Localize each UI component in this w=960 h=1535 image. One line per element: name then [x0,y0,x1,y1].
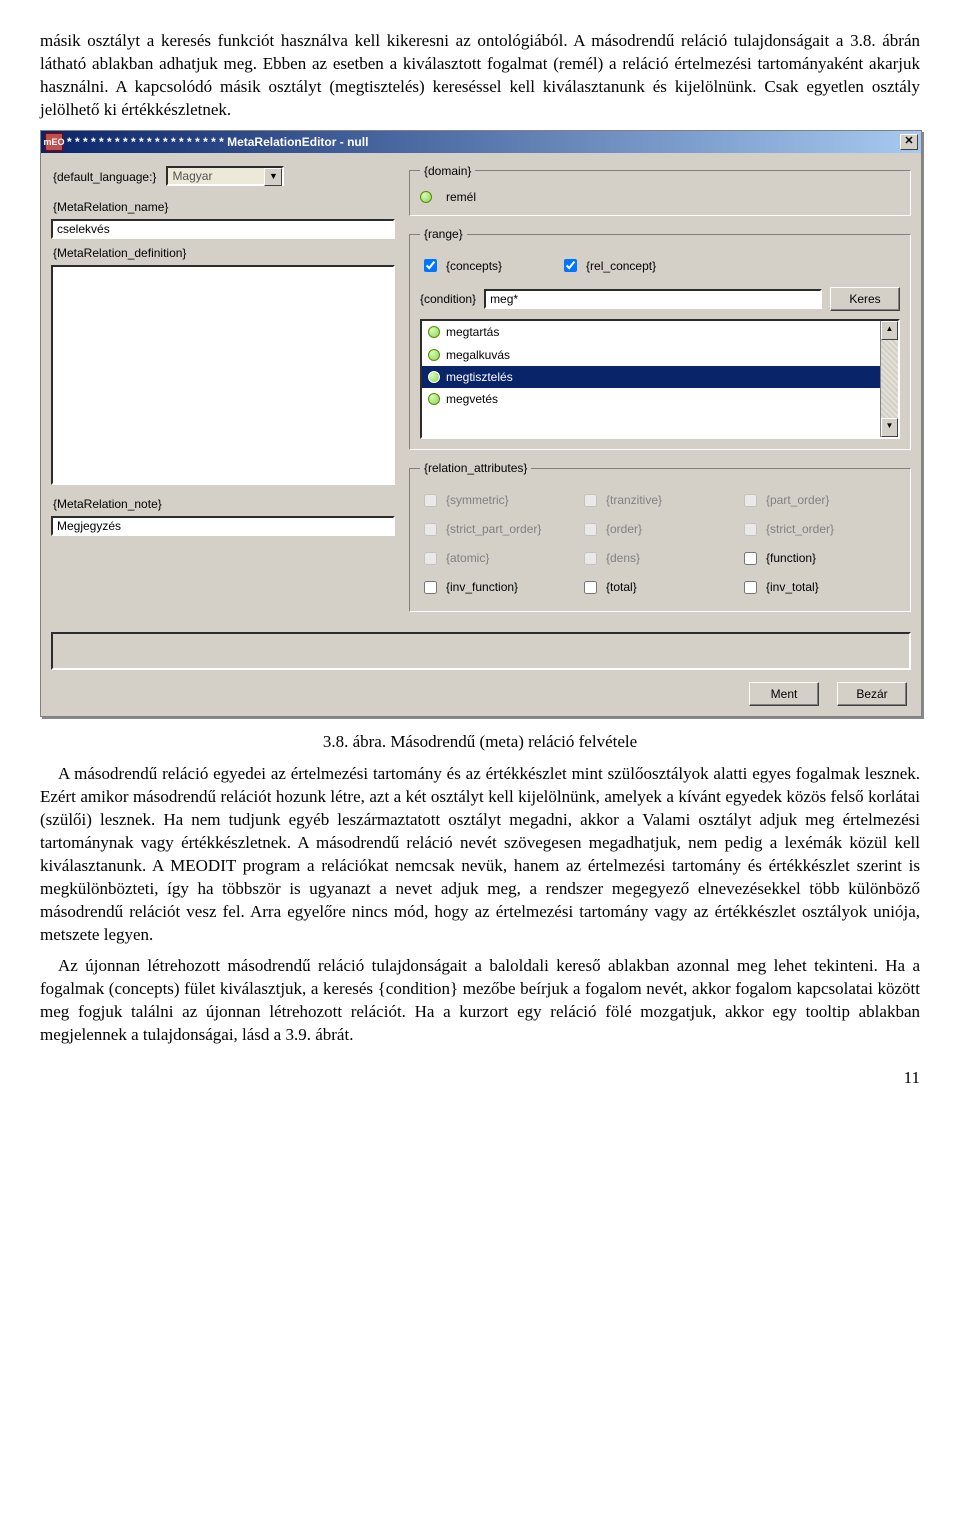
default-language-label: {default_language:} [53,169,156,185]
domain-legend: {domain} [420,163,475,179]
list-item-label: megtartás [446,324,499,340]
body-paragraph-2: A másodrendű reláció egyedei az értelmez… [40,763,920,947]
concept-icon [428,349,440,361]
strict-part-order-checkbox: {strict_part_order} [420,520,562,539]
body-paragraph-1: másik osztályt a keresés funkciót haszná… [40,30,920,122]
titlebar: mEO * * * * * * * * * * * * * * * * * * … [41,131,921,153]
save-button[interactable]: Ment [749,682,819,706]
status-bar [51,632,911,670]
concept-icon [428,326,440,338]
list-item[interactable]: megtisztelés [422,366,881,388]
meta-relation-editor-window: mEO * * * * * * * * * * * * * * * * * * … [40,130,922,717]
search-results-listbox[interactable]: megtartásmegalkuvásmegtisztelésmegvetés … [420,319,900,439]
total-checkbox[interactable]: {total} [580,578,722,597]
close-button[interactable]: Bezár [837,682,907,706]
order-checkbox: {order} [580,520,722,539]
chevron-down-icon[interactable]: ▼ [264,168,282,186]
rel-concept-checkbox[interactable]: {rel_concept} [560,256,656,275]
function-checkbox[interactable]: {function} [740,549,882,568]
window-title: * * * * * * * * * * * * * * * * * * * * … [67,134,900,150]
meta-relation-note-label: {MetaRelation_note} [53,496,395,512]
tranzitive-checkbox: {tranzitive} [580,491,722,510]
meta-relation-name-label: {MetaRelation_name} [53,199,395,215]
scrollbar[interactable]: ▲ ▼ [880,321,898,437]
list-item-label: megvetés [446,391,498,407]
figure-caption: 3.8. ábra. Másodrendű (meta) reláció fel… [40,731,920,754]
relation-attributes-fieldset: {relation_attributes} {symmetric} {tranz… [409,460,911,611]
concepts-checkbox-label: {concepts} [446,258,502,274]
concept-icon [428,371,440,383]
condition-label: {condition} [420,291,476,307]
client-area: {default_language:} ▼ {MetaRelation_name… [41,153,921,716]
relation-attributes-legend: {relation_attributes} [420,460,531,476]
condition-input[interactable] [484,289,822,309]
left-panel: {default_language:} ▼ {MetaRelation_name… [51,163,395,622]
search-button[interactable]: Keres [830,287,900,311]
strict-order-checkbox: {strict_order} [740,520,882,539]
list-item[interactable]: megvetés [422,388,881,410]
atomic-checkbox: {atomic} [420,549,562,568]
concepts-checkbox[interactable]: {concepts} [420,256,502,275]
scroll-down-icon[interactable]: ▼ [881,418,898,437]
scroll-up-icon[interactable]: ▲ [881,321,898,340]
range-legend: {range} [420,226,467,242]
range-fieldset: {range} {concepts} {rel_concept} {condit… [409,226,911,450]
app-icon: mEO [45,133,63,151]
list-item[interactable]: megalkuvás [422,344,881,366]
right-panel: {domain} remél {range} {concepts} [409,163,911,622]
list-item-label: megtisztelés [446,369,513,385]
meta-relation-name-input[interactable] [51,219,395,239]
meta-relation-note-input[interactable] [51,516,395,536]
inv-function-checkbox[interactable]: {inv_function} [420,578,562,597]
domain-value: remél [446,189,476,205]
symmetric-checkbox: {symmetric} [420,491,562,510]
list-item-label: megalkuvás [446,347,510,363]
dens-checkbox: {dens} [580,549,722,568]
concept-icon [428,393,440,405]
page-number: 11 [40,1067,920,1090]
concept-icon [420,191,432,203]
scroll-track[interactable] [881,340,898,418]
domain-fieldset: {domain} remél [409,163,911,216]
rel-concept-checkbox-label: {rel_concept} [586,258,656,274]
part-order-checkbox: {part_order} [740,491,882,510]
list-item[interactable]: megtartás [422,321,881,343]
default-language-combo[interactable]: ▼ [166,166,284,186]
body-paragraph-3: Az újonnan létrehozott másodrendű reláci… [40,955,920,1047]
close-icon[interactable]: ✕ [900,134,918,150]
inv-total-checkbox[interactable]: {inv_total} [740,578,882,597]
meta-relation-definition-textarea[interactable] [51,265,395,485]
meta-relation-definition-label: {MetaRelation_definition} [53,245,395,261]
